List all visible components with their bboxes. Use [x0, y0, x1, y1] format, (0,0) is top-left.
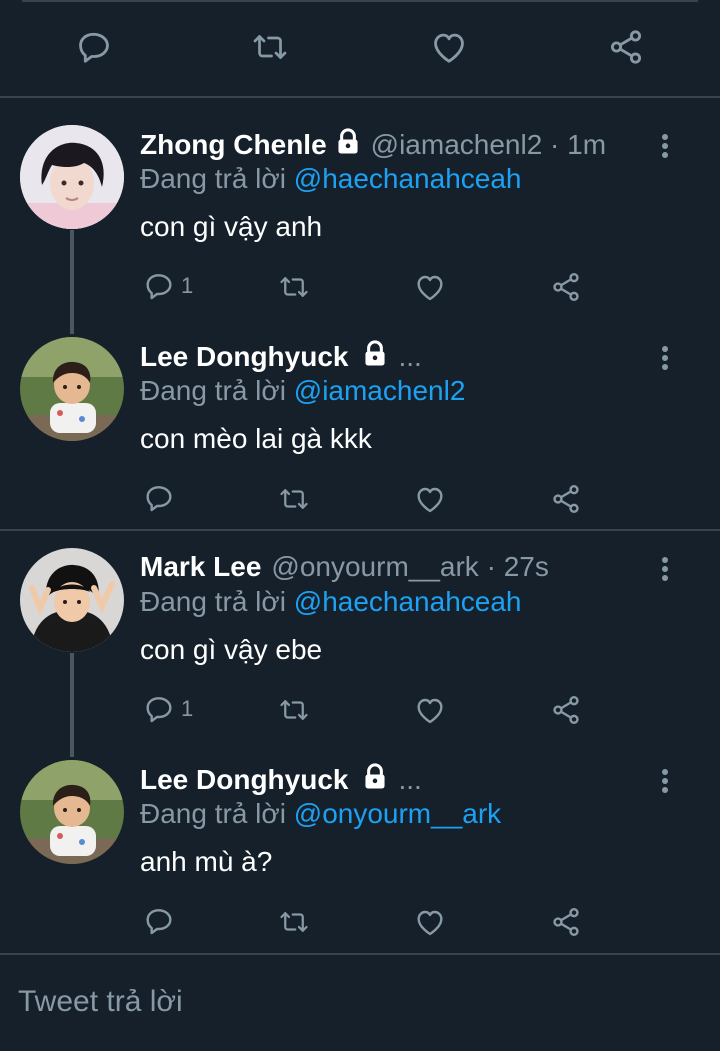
tweet-text: anh mù à?: [140, 846, 273, 877]
share-button[interactable]: [550, 906, 582, 938]
reply-compose-input[interactable]: Tweet trả lời: [18, 985, 183, 1019]
avatar[interactable]: [20, 760, 124, 864]
replying-to: Đang trả lời @onyourm__ark: [140, 798, 501, 830]
share-button[interactable]: [550, 271, 582, 303]
reply-count: 1: [181, 273, 194, 298]
retweet-button[interactable]: [276, 484, 312, 514]
lock-icon: [362, 763, 388, 796]
reply-icon: [146, 697, 172, 723]
share-icon: [553, 273, 579, 301]
handle-timestamp[interactable]: @iamachenl2 · 1m: [371, 129, 606, 161]
divider: [0, 953, 720, 955]
retweet-button[interactable]: [276, 695, 312, 725]
display-name[interactable]: Zhong Chenle: [140, 129, 327, 161]
handle-timestamp[interactable]: ...: [398, 341, 421, 373]
handle-timestamp[interactable]: ...: [398, 764, 421, 796]
replying-to-label: Đang trả lời: [140, 798, 294, 829]
share-button[interactable]: [550, 694, 582, 726]
tweet-header: Zhong Chenle @iamachenl2 · 1m: [140, 128, 606, 161]
more-options-button[interactable]: [660, 343, 670, 373]
reply-button[interactable]: [143, 482, 181, 514]
replying-to: Đang trả lời @haechanahceah: [140, 163, 521, 195]
like-button[interactable]: [414, 695, 446, 725]
lock-icon: [335, 128, 361, 161]
tweet-text: con gì vậy anh: [140, 211, 323, 242]
more-options-button[interactable]: [660, 766, 670, 796]
tweet-text: con gì vậy ebe: [140, 634, 323, 665]
like-icon: [417, 698, 443, 724]
more-options-button[interactable]: [660, 131, 670, 161]
reply-button[interactable]: 1: [143, 693, 193, 725]
retweet-button[interactable]: [276, 907, 312, 937]
share-icon: [553, 908, 579, 936]
reply-button[interactable]: [143, 905, 181, 937]
avatar[interactable]: [20, 337, 124, 441]
tweet-header: Mark Lee @onyourm__ark · 27s: [140, 551, 549, 583]
reply-icon: [146, 909, 172, 935]
more-options-button[interactable]: [660, 554, 670, 584]
handle-timestamp[interactable]: @onyourm__ark · 27s: [271, 551, 548, 583]
lock-icon: [362, 340, 388, 373]
replying-to-label: Đang trả lời: [140, 375, 294, 406]
retweet-icon: [253, 35, 287, 59]
share-icon: [610, 30, 642, 64]
retweet-icon: [280, 277, 308, 297]
tweet-header: Lee Donghyuck ...: [140, 763, 422, 796]
retweet-icon: [280, 700, 308, 720]
display-name[interactable]: Lee Donghyuck: [140, 341, 348, 373]
share-icon: [553, 696, 579, 724]
divider: [0, 96, 720, 98]
like-button[interactable]: [414, 272, 446, 302]
retweet-icon: [280, 489, 308, 509]
thread-connector: [70, 230, 74, 334]
like-icon: [417, 487, 443, 513]
reply-count: 1: [181, 696, 194, 721]
replying-to: Đang trả lời @iamachenl2: [140, 375, 465, 407]
display-name[interactable]: Lee Donghyuck: [140, 764, 348, 796]
top-retweet-button[interactable]: [250, 29, 290, 65]
retweet-button[interactable]: [276, 272, 312, 302]
share-button[interactable]: [550, 483, 582, 515]
top-like-button[interactable]: [430, 29, 468, 65]
replying-to: Đang trả lời @haechanahceah: [140, 586, 521, 618]
like-icon: [434, 33, 464, 63]
retweet-icon: [280, 912, 308, 932]
display-name[interactable]: Mark Lee: [140, 551, 261, 583]
replying-to-label: Đang trả lời: [140, 586, 294, 617]
top-reply-button[interactable]: [75, 28, 113, 66]
top-divider: [22, 0, 698, 2]
reply-button[interactable]: 1: [143, 270, 193, 302]
top-share-button[interactable]: [607, 28, 645, 66]
thread-connector: [70, 653, 74, 757]
tweet-text: con mèo lai gà kkk: [140, 423, 372, 454]
mention-link[interactable]: @haechanahceah: [294, 163, 522, 194]
divider: [0, 529, 720, 531]
avatar[interactable]: [20, 125, 124, 229]
share-icon: [553, 485, 579, 513]
like-icon: [417, 275, 443, 301]
like-button[interactable]: [414, 484, 446, 514]
like-icon: [417, 910, 443, 936]
like-button[interactable]: [414, 907, 446, 937]
tweet-header: Lee Donghyuck ...: [140, 340, 422, 373]
reply-icon: [146, 274, 172, 300]
replying-to-label: Đang trả lời: [140, 163, 294, 194]
mention-link[interactable]: @iamachenl2: [294, 375, 466, 406]
mention-link[interactable]: @onyourm__ark: [294, 798, 501, 829]
reply-icon: [146, 486, 172, 512]
avatar[interactable]: [20, 548, 124, 652]
reply-icon: [79, 32, 109, 63]
mention-link[interactable]: @haechanahceah: [294, 586, 522, 617]
